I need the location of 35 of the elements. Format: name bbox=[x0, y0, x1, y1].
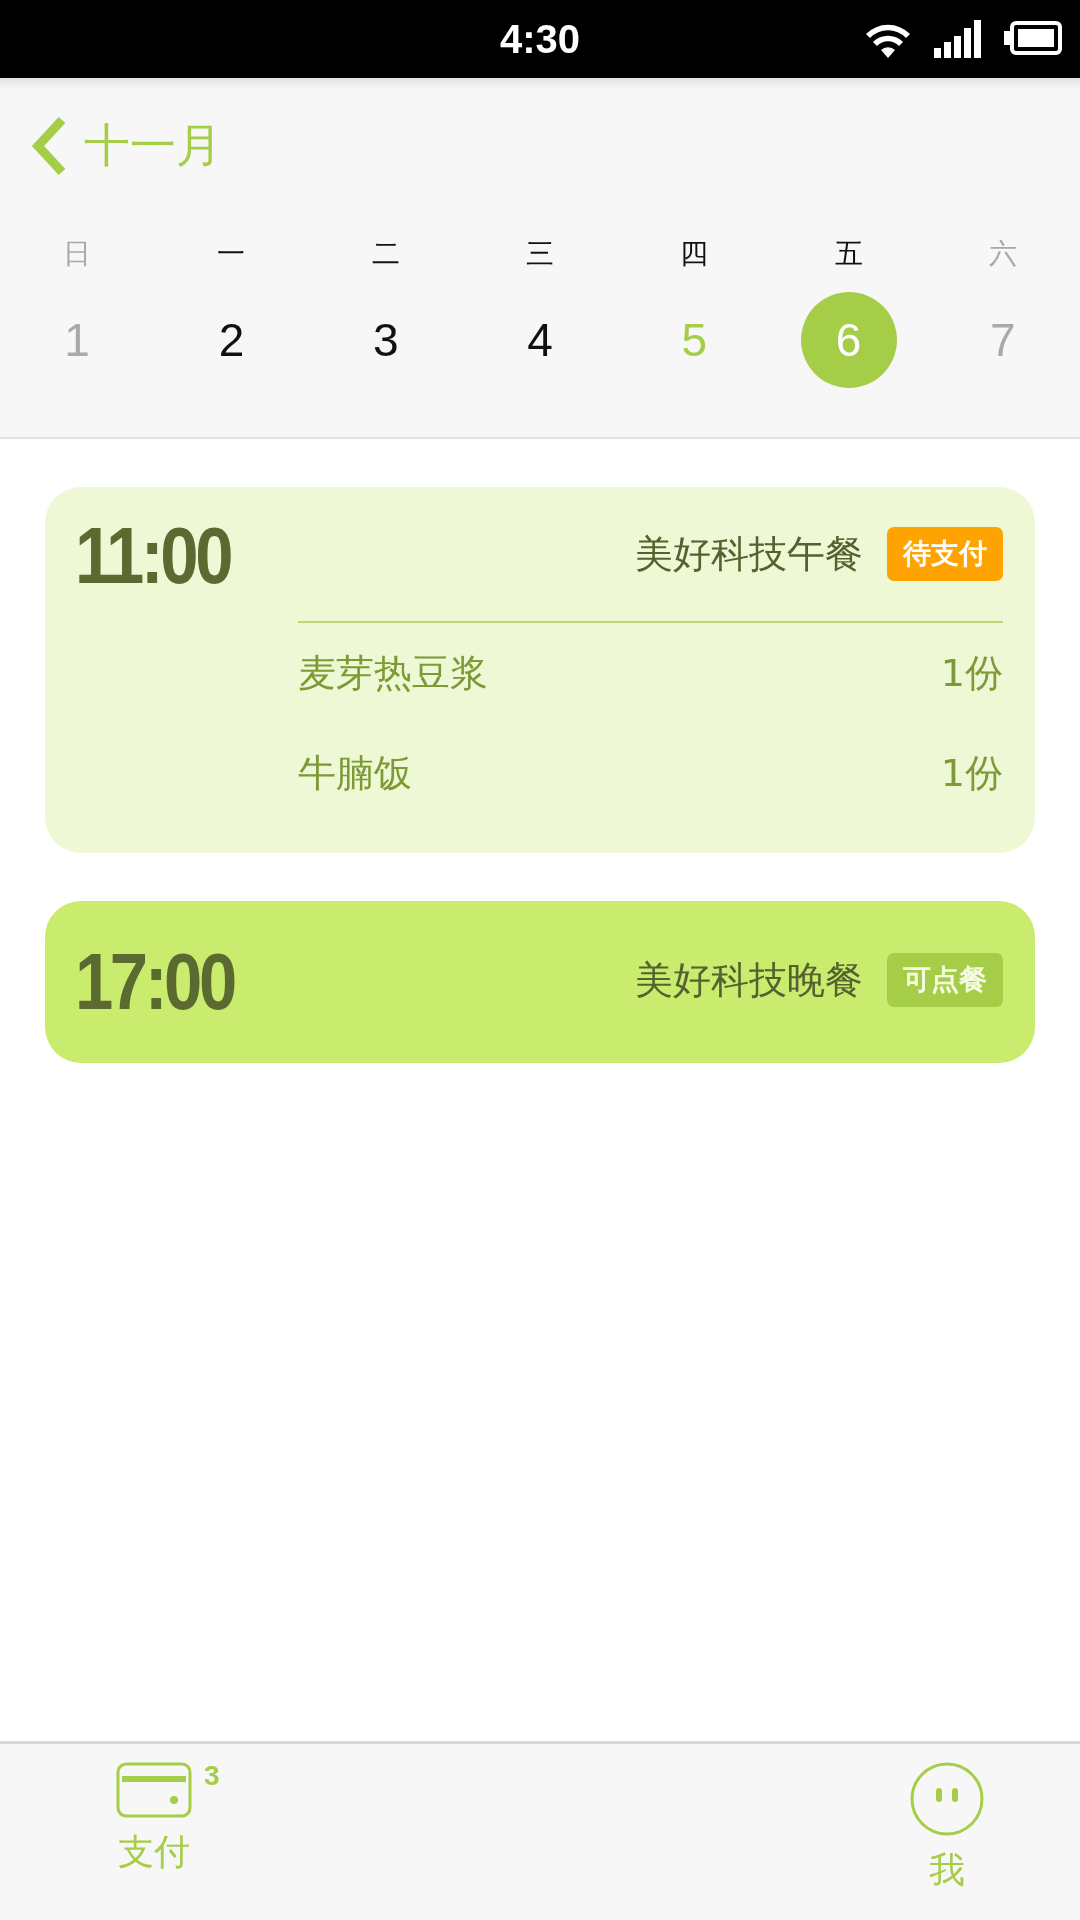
chevron-left-icon bbox=[30, 116, 68, 176]
meal-card[interactable]: 11:00 美好科技午餐 待支付 麦芽热豆浆 1份 牛腩饭 1份 bbox=[45, 487, 1035, 853]
date-cell[interactable]: 2 bbox=[183, 292, 280, 388]
meal-name: 美好科技晚餐 bbox=[635, 956, 863, 1004]
meal-time: 11:00 bbox=[75, 519, 232, 602]
date-cell[interactable]: 3 bbox=[337, 292, 434, 388]
weekday-label: 三 bbox=[526, 236, 554, 272]
meal-time: 17:00 bbox=[75, 945, 236, 1019]
card-icon bbox=[116, 1762, 192, 1818]
meal-name: 美好科技午餐 bbox=[635, 530, 863, 578]
dish-name: 麦芽热豆浆 bbox=[298, 649, 488, 697]
date-cell[interactable]: 4 bbox=[492, 292, 588, 388]
dish-name: 牛腩饭 bbox=[298, 749, 412, 797]
weekday-label: 一 bbox=[217, 236, 246, 272]
date-cell[interactable]: 7 bbox=[954, 292, 1051, 388]
status-time: 4:30 bbox=[499, 16, 581, 62]
back-button[interactable]: 十一月 bbox=[30, 115, 222, 177]
date-cell[interactable]: 5 bbox=[646, 292, 743, 388]
tab-item[interactable]: 我 bbox=[910, 1744, 984, 1920]
weekday-label: 四 bbox=[680, 236, 709, 272]
face-icon bbox=[910, 1762, 984, 1836]
notification-count: 3 bbox=[204, 1760, 220, 1792]
weekday-label: 五 bbox=[834, 236, 863, 272]
date-cell[interactable]: 1 bbox=[29, 292, 126, 388]
weekday-label: 六 bbox=[988, 236, 1017, 272]
weekday-label: 二 bbox=[371, 236, 400, 272]
dish-quantity: 1份 bbox=[940, 749, 1003, 797]
battery-icon bbox=[1004, 21, 1062, 55]
status-badge: 待支付 bbox=[887, 527, 1003, 581]
meal-card[interactable]: 17:00 美好科技晚餐 可点餐 bbox=[45, 901, 1035, 1063]
dish-quantity: 1份 bbox=[940, 649, 1003, 697]
status-badge: 可点餐 bbox=[887, 953, 1003, 1007]
date-cell[interactable]: 6 bbox=[800, 292, 897, 388]
weekday-label: 日 bbox=[63, 236, 92, 272]
signal-icon bbox=[934, 18, 982, 58]
